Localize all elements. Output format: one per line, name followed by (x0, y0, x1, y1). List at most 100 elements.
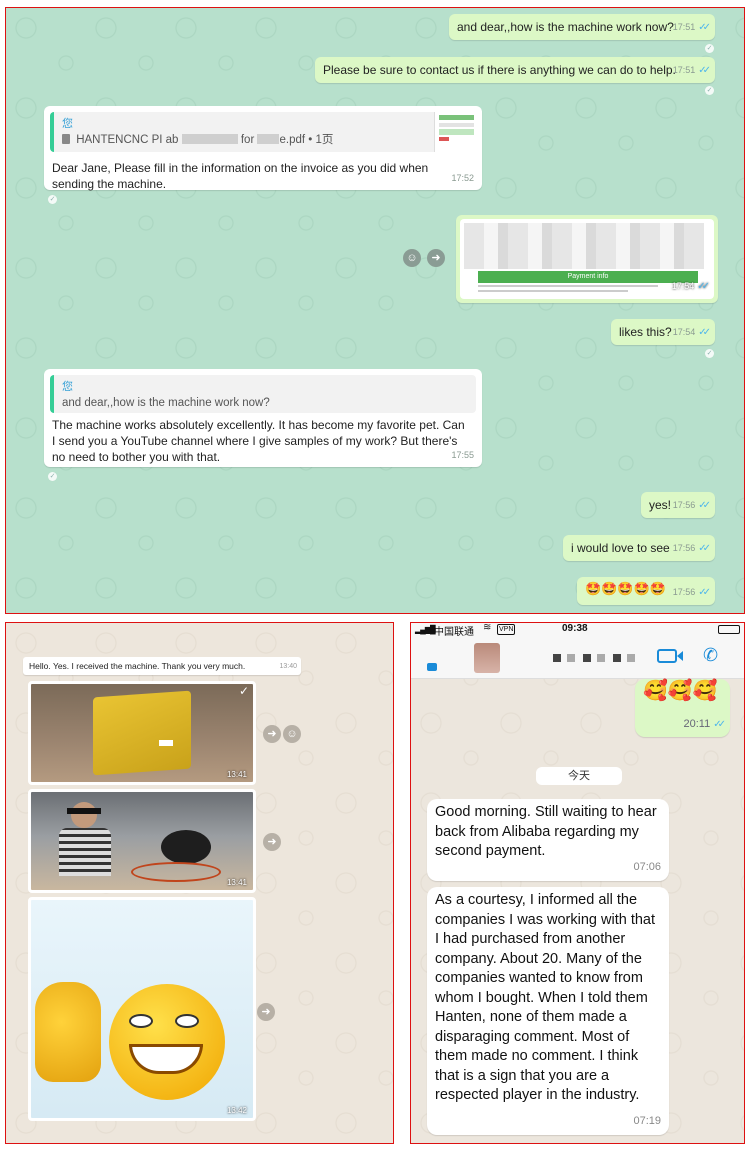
message-time: 17:54 (671, 281, 695, 291)
document-thumbnail (434, 112, 478, 152)
phone-call-icon[interactable]: ✆ (703, 645, 718, 666)
incoming-reply-message[interactable]: 您 HANTENCNC PI ab for e.pdf • 1页 Dear Ja… (44, 106, 482, 191)
thumb-hand (35, 982, 101, 1082)
reaction-icon[interactable]: ✓ (705, 86, 714, 95)
message-text: The machine works absolutely excellently… (52, 418, 465, 464)
quoted-document[interactable]: 您 HANTENCNC PI ab for e.pdf • 1页 (50, 112, 478, 152)
phone-chat-panel: ▂▄▆█ 中国联通 ≋ VPN 09:38 ✆ 🥰🥰🥰 20:11 ✓✓ 今天 G… (410, 622, 745, 1144)
double-check-icon: ✓✓ (698, 500, 711, 511)
wrapped-box (93, 690, 191, 776)
image-time: 13:42 (226, 1106, 247, 1115)
message-time: 17:56 (672, 587, 696, 597)
back-icon[interactable] (427, 663, 437, 671)
outgoing-image-message[interactable]: Payment info 17:54 ✓✓ (456, 215, 718, 303)
message-time: 17:51 (672, 22, 696, 32)
blurred-region (464, 223, 704, 269)
outgoing-message[interactable]: yes! 17:56 ✓✓ (641, 492, 715, 518)
quote-text: and dear,,how is the machine work now? (62, 397, 270, 409)
status-bar: ▂▄▆█ 中国联通 ≋ VPN 09:38 (411, 622, 744, 638)
quote-author: 您 (62, 381, 73, 393)
date-chip: 今天 (536, 767, 622, 785)
incoming-reply-message[interactable]: 您 and dear,,how is the machine work now?… (44, 369, 482, 467)
forward-icon[interactable]: ➜ (263, 725, 281, 743)
man-with-machine-image[interactable]: 13:41 (28, 789, 256, 893)
video-call-icon-lens (677, 651, 683, 661)
incoming-message[interactable]: Good morning. Still waiting to hear back… (427, 799, 669, 881)
file-name-end: e.pdf • 1页 (279, 134, 334, 146)
message-text: 🤩🤩🤩🤩🤩 (585, 581, 666, 596)
avatar[interactable] (474, 643, 500, 673)
message-text: i would love to see (571, 541, 670, 555)
outgoing-message[interactable]: 🤩🤩🤩🤩🤩 17:56 ✓✓ (577, 577, 715, 605)
double-check-icon: ✓✓ (698, 65, 711, 76)
incoming-message[interactable]: As a courtesy, I informed all the compan… (427, 887, 669, 1135)
redacted-block (257, 134, 280, 144)
signal-icon: ▂▄▆█ (415, 625, 436, 634)
payment-info-caption: Payment info (478, 271, 698, 283)
double-check-icon: ✓✓ (698, 587, 711, 598)
message-time: 17:56 (672, 543, 696, 553)
message-time: 17:51 (672, 65, 696, 75)
check-icon: ✓ (238, 684, 249, 698)
outgoing-message[interactable]: 🥰🥰🥰 20:11 ✓✓ (635, 679, 730, 737)
message-time: 17:54 (672, 327, 696, 337)
clock: 09:38 (562, 623, 588, 634)
quoted-message[interactable]: 您 and dear,,how is the machine work now? (50, 375, 476, 413)
message-text: yes! (649, 498, 672, 512)
message-text: 🥰🥰🥰 (643, 680, 718, 702)
vpn-badge: VPN (497, 624, 516, 635)
reaction-icon[interactable]: ✓ (705, 44, 714, 53)
emoji-reaction-icon[interactable]: ☺ (403, 249, 421, 267)
whatsapp-web-chat-panel: and dear,,how is the machine work now? 1… (5, 7, 745, 614)
image-time: 13:41 (226, 878, 247, 887)
battery-icon (718, 625, 740, 634)
double-check-icon: ✓✓ (697, 281, 710, 292)
package-box-image[interactable]: ✓ 13:41 (28, 681, 256, 785)
message-text: Dear Jane, Please fill in the informatio… (52, 161, 429, 191)
message-text: Hello. Yes. I received the machine. Than… (29, 661, 246, 671)
double-check-icon: ✓✓ (698, 22, 711, 33)
reaction-icon[interactable]: ✓ (48, 195, 57, 204)
redacted-block (181, 134, 238, 144)
forward-icon[interactable]: ➜ (257, 1003, 275, 1021)
message-time: 17:56 (672, 500, 696, 510)
message-text: Good morning. Still waiting to hear back… (435, 804, 657, 859)
chat-header: ✆ (411, 637, 744, 679)
double-check-icon: ✓✓ (713, 719, 726, 730)
chat-images-panel: Hello. Yes. I received the machine. Than… (5, 622, 394, 1144)
outgoing-message[interactable]: likes this? 17:54 ✓✓ (611, 319, 715, 345)
file-name-start: HANTENCNC PI ab (76, 134, 179, 146)
reaction-icon[interactable]: ✓ (48, 472, 57, 481)
outgoing-message[interactable]: and dear,,how is the machine work now? 1… (449, 14, 715, 40)
message-text: Please be sure to contact us if there is… (323, 63, 676, 77)
carrier-name: 中国联通 (434, 627, 474, 638)
message-text: and dear,,how is the machine work now? (457, 20, 674, 34)
reaction-icon[interactable]: ✓ (705, 349, 714, 358)
message-time: 17:52 (451, 173, 474, 183)
outgoing-message[interactable]: Please be sure to contact us if there is… (315, 57, 715, 83)
file-name-mid: for (240, 134, 255, 146)
message-time: 13:40 (279, 663, 297, 670)
wifi-icon: ≋ (483, 622, 492, 633)
message-time: 07:19 (633, 1114, 661, 1127)
double-check-icon: ✓✓ (698, 543, 711, 554)
forward-icon[interactable]: ➜ (427, 249, 445, 267)
message-time: 17:55 (451, 450, 474, 460)
smiley-face (109, 984, 225, 1100)
message-time: 07:06 (633, 860, 661, 873)
redacted-contact-name (553, 654, 643, 662)
payment-screenshot-image[interactable]: Payment info 17:54 ✓✓ (460, 219, 714, 299)
quote-author: 您 (62, 118, 73, 130)
message-text: As a courtesy, I informed all the compan… (435, 892, 656, 1103)
image-time: 13:41 (226, 770, 247, 779)
incoming-message[interactable]: Hello. Yes. I received the machine. Than… (23, 657, 301, 675)
outgoing-message[interactable]: i would love to see 17:56 ✓✓ (563, 535, 715, 561)
forward-icon[interactable]: ➜ (263, 833, 281, 851)
double-check-icon: ✓✓ (698, 327, 711, 338)
message-text: likes this? (619, 325, 672, 339)
pdf-icon (62, 134, 70, 144)
thumbs-up-emoji-image[interactable]: 13:42 (28, 897, 256, 1121)
video-call-icon[interactable] (657, 649, 677, 663)
emoji-reaction-icon[interactable]: ☺ (283, 725, 301, 743)
message-time: 20:11 (683, 718, 711, 730)
